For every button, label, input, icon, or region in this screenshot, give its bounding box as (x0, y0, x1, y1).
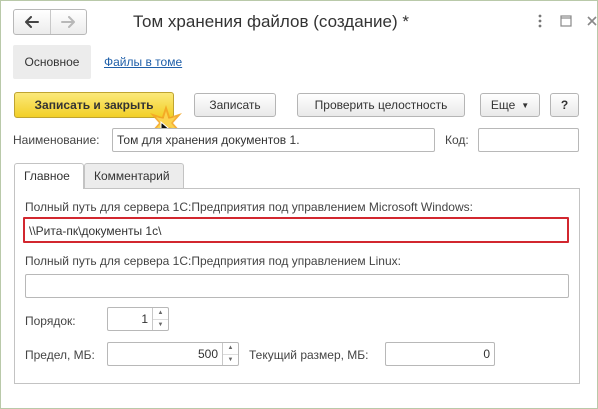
order-input[interactable]: 1 ▲ ▼ (107, 307, 169, 331)
order-value: 1 (141, 312, 148, 326)
limit-value: 500 (197, 347, 218, 361)
order-spinner[interactable]: ▲ ▼ (152, 308, 168, 330)
current-size-input: 0 (385, 342, 495, 366)
navigation-buttons (13, 9, 87, 35)
spin-up-icon[interactable]: ▲ (223, 343, 238, 354)
more-icon[interactable] (532, 13, 548, 29)
order-label: Порядок: (25, 314, 76, 328)
windows-path-input[interactable]: \\Рита-пк\документы 1с\ (23, 217, 569, 243)
save-button[interactable]: Записать (194, 93, 276, 117)
maximize-icon[interactable] (558, 13, 574, 29)
linux-path-input[interactable] (25, 274, 569, 298)
limit-spinner[interactable]: ▲ ▼ (222, 343, 238, 365)
section-files-link[interactable]: Файлы в томе (104, 45, 182, 79)
code-input[interactable] (478, 128, 579, 152)
spin-down-icon[interactable]: ▼ (153, 318, 168, 331)
close-icon[interactable] (584, 13, 598, 29)
linux-path-label: Полный путь для сервера 1С:Предприятия п… (25, 254, 401, 268)
help-button[interactable]: ? (550, 93, 579, 117)
spin-down-icon[interactable]: ▼ (223, 353, 238, 366)
spin-up-icon[interactable]: ▲ (153, 308, 168, 319)
form-window: Том хранения файлов (создание) * Основно… (0, 0, 598, 409)
name-label: Наименование: (13, 133, 100, 147)
arrow-left-icon (24, 16, 39, 28)
more-button-label: Еще (490, 98, 516, 112)
tab-main[interactable]: Главное (14, 163, 84, 189)
limit-input[interactable]: 500 ▲ ▼ (107, 342, 239, 366)
back-button[interactable] (14, 10, 50, 34)
window-title: Том хранения файлов (создание) * (133, 12, 409, 31)
current-size-label: Текущий размер, МБ: (249, 348, 369, 362)
arrow-right-icon (61, 16, 76, 28)
chevron-down-icon: ▼ (521, 100, 530, 110)
limit-label: Предел, МБ: (25, 348, 95, 362)
section-main[interactable]: Основное (13, 45, 91, 79)
check-integrity-button[interactable]: Проверить целостность (297, 93, 465, 117)
windows-path-label: Полный путь для сервера 1С:Предприятия п… (25, 200, 473, 214)
code-label: Код: (445, 133, 469, 147)
window-controls (532, 13, 598, 29)
name-input[interactable]: Том для хранения документов 1. (112, 128, 435, 152)
more-button[interactable]: Еще ▼ (480, 93, 540, 117)
tab-comment[interactable]: Комментарий (84, 163, 184, 188)
forward-button[interactable] (49, 10, 86, 34)
